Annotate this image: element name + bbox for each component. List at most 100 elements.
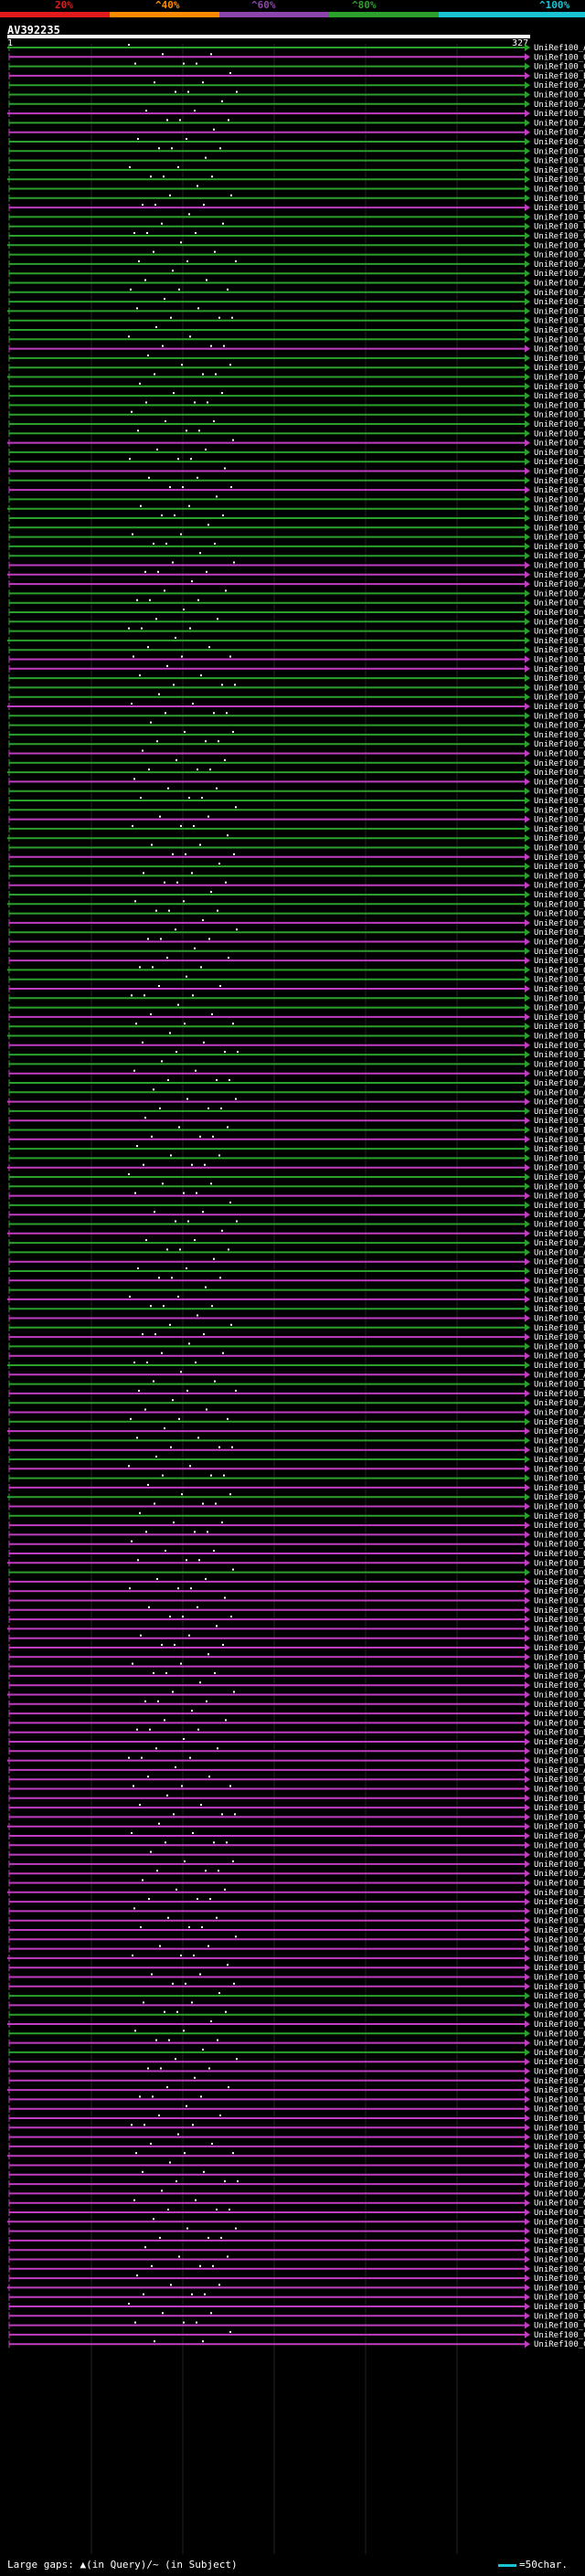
hit-row[interactable]: UniRef100_Q3BQY9: [8, 213, 585, 222]
hit-label[interactable]: UniRef100_UP1000..: [534, 2218, 585, 2227]
hit-label[interactable]: UniRef100_Q44027: [534, 976, 585, 985]
hit-label[interactable]: UniRef100_A5GMM5: [534, 1436, 585, 1446]
hit-row[interactable]: UniRef100_UP1000..: [8, 204, 585, 213]
hit-row[interactable]: UniRef100_O22385: [8, 1945, 585, 1955]
hit-label[interactable]: UniRef100_C0ZZN6: [534, 1475, 585, 1484]
hit-row[interactable]: UniRef100_Q6LTK2: [8, 1465, 585, 1474]
hit-row[interactable]: UniRef100_Q44027: [8, 975, 585, 985]
hit-label[interactable]: UniRef100_B6TI13: [534, 317, 585, 326]
hit-label[interactable]: UniRef100_Q0UUY3: [534, 1625, 585, 1634]
hit-label[interactable]: UniRef100_Q8S2Y7: [534, 628, 585, 637]
hit-label[interactable]: UniRef100_Q05966: [534, 251, 585, 260]
hit-label[interactable]: UniRef100_Q2QLR2: [534, 1786, 585, 1795]
hit-row[interactable]: UniRef100_Q8SMK9: [8, 2264, 585, 2274]
hit-row[interactable]: UniRef100_C5Z7M8: [8, 420, 585, 429]
hit-label[interactable]: UniRef100_C6TJN7: [534, 1860, 585, 1870]
hit-label[interactable]: UniRef100_B9EP65: [534, 1663, 585, 1672]
hit-row[interactable]: UniRef100_C5TR57: [7, 2086, 585, 2095]
hit-row[interactable]: UniRef100_A5GMM5: [8, 1436, 585, 1446]
hit-row[interactable]: UniRef100_B9HIW2: [8, 928, 585, 938]
hit-row[interactable]: UniRef100_Q03Z5L: [8, 891, 585, 900]
hit-label[interactable]: UniRef100_Q9M699: [534, 1182, 585, 1192]
hit-row[interactable]: UniRef100_A9F8Z7: [8, 1248, 585, 1257]
hit-label[interactable]: UniRef100_B5KL27: [534, 1729, 585, 1738]
hit-label[interactable]: UniRef100_B9Z2A1: [534, 1381, 585, 1390]
hit-label[interactable]: UniRef100_B5EF95: [534, 1060, 585, 1069]
hit-row[interactable]: UniRef100_Q7V307: [8, 1267, 585, 1277]
hit-row[interactable]: UniRef100_A2ZKT5: [8, 2189, 585, 2199]
hit-row[interactable]: UniRef100_C4DB16: [8, 712, 585, 721]
hit-row[interactable]: UniRef100_Q67NS1: [8, 1634, 585, 1644]
hit-row[interactable]: UniRef100_A4W3G8: [7, 504, 585, 514]
hit-label[interactable]: UniRef100_UP1000..: [534, 1983, 585, 1992]
hit-row[interactable]: UniRef100_C6KF05: [8, 2321, 585, 2331]
hit-label[interactable]: UniRef100_A5BV74: [534, 552, 585, 561]
hit-label[interactable]: UniRef100_A9GC81: [534, 938, 585, 948]
hit-label[interactable]: UniRef100_Q7SGB3: [534, 1550, 585, 1559]
hit-label[interactable]: UniRef100_B6TDN8: [534, 411, 585, 420]
hit-label[interactable]: UniRef100_Q0SM38: [534, 1315, 585, 1324]
hit-label[interactable]: UniRef100_Q24891: [534, 1710, 585, 1719]
hit-row[interactable]: UniRef100_B5YVP7: [8, 1126, 585, 1136]
hit-label[interactable]: UniRef100_A2BZB6: [534, 694, 585, 703]
hit-label[interactable]: UniRef100_A9GR01: [534, 1832, 585, 1841]
hit-row[interactable]: UniRef100_Q9NBF3: [7, 1691, 585, 1701]
hit-row[interactable]: UniRef100_UP1000..: [8, 354, 585, 364]
hit-label[interactable]: UniRef100_A7P909: [534, 1409, 585, 1418]
hit-label[interactable]: UniRef100_Q1PYP7: [534, 2312, 585, 2321]
hit-row[interactable]: UniRef100_C3ZNA: [7, 2284, 585, 2293]
hit-row[interactable]: UniRef100_C3ZRD3: [8, 957, 585, 966]
hit-row[interactable]: UniRef100_A1TWH4: [8, 279, 585, 289]
hit-row[interactable]: UniRef100_C5XJ78: [8, 1305, 585, 1314]
hit-label[interactable]: UniRef100_A9SLL1: [534, 2077, 585, 2086]
hit-label[interactable]: UniRef100_C4LBD2: [534, 863, 585, 872]
hit-label[interactable]: UniRef100_Q3BQY9: [534, 213, 585, 222]
hit-row[interactable]: UniRef100_Q018B2: [7, 175, 585, 185]
hit-label[interactable]: UniRef100_Q121M2: [534, 684, 585, 693]
hit-row[interactable]: UniRef100_B9EN93: [8, 1051, 585, 1060]
hit-label[interactable]: UniRef100_A6EYW0: [534, 1587, 585, 1596]
hit-label[interactable]: UniRef100_Q95WA8: [534, 1776, 585, 1785]
hit-row[interactable]: UniRef100_A1WDN4: [8, 364, 585, 373]
hit-row[interactable]: UniRef100_Q1PYP7: [8, 2312, 585, 2321]
hit-row[interactable]: UniRef100_UP1000..: [8, 2236, 585, 2246]
hit-label[interactable]: UniRef100_B5YVP7: [534, 1127, 585, 1136]
hit-label[interactable]: UniRef100_Q40426: [534, 731, 585, 740]
hit-label[interactable]: UniRef100_Q41X91: [534, 2068, 585, 2077]
hit-row[interactable]: UniRef100_Q8S2Z6: [8, 1107, 585, 1117]
hit-label[interactable]: UniRef100_UP1000..: [534, 204, 585, 213]
hit-row[interactable]: UniRef100_C5YNY7: [8, 1352, 585, 1362]
hit-row[interactable]: UniRef100_Q8XY60: [8, 2133, 585, 2143]
hit-label[interactable]: UniRef100_C5CSB2: [534, 241, 585, 250]
hit-row[interactable]: UniRef100_B4F9W7: [8, 1964, 585, 1973]
hit-row[interactable]: UniRef100_A5GL35: [8, 1079, 585, 1088]
hit-label[interactable]: UniRef100_A9G10L: [534, 2049, 585, 2058]
hit-row[interactable]: UniRef100_UP1000..: [8, 165, 585, 175]
hit-row[interactable]: UniRef100_A9G10L: [8, 2048, 585, 2058]
hit-label[interactable]: UniRef100_Q1EA49: [534, 345, 585, 355]
hit-row[interactable]: UniRef100_A9F166: [8, 2039, 585, 2049]
hit-label[interactable]: UniRef100_UP1000..: [534, 110, 585, 119]
hit-label[interactable]: UniRef100_Q6RY61: [534, 1230, 585, 1239]
hit-label[interactable]: UniRef100_Q8SMK9: [534, 2265, 585, 2274]
hit-label[interactable]: UniRef100_A2SJX1: [534, 722, 585, 731]
hit-label[interactable]: UniRef100_B6IUC4: [534, 195, 585, 204]
hit-label[interactable]: UniRef100_Q24187: [534, 1719, 585, 1728]
hit-label[interactable]: UniRef100_C5Y958: [534, 609, 585, 618]
hit-row[interactable]: UniRef100_Q121M2: [8, 684, 585, 693]
hit-label[interactable]: UniRef100_A5GL35: [534, 1079, 585, 1088]
hit-row[interactable]: UniRef100_B6S7Y5: [8, 1145, 585, 1154]
hit-label[interactable]: UniRef100_UP1000..: [534, 166, 585, 175]
hit-row[interactable]: UniRef100_B9SHL4: [8, 1023, 585, 1032]
hit-label[interactable]: UniRef100_A1VWA4: [534, 580, 585, 589]
hit-label[interactable]: UniRef100_Q31DH1: [534, 919, 585, 928]
hit-label[interactable]: UniRef100_B4FT71: [534, 656, 585, 665]
hit-row[interactable]: UniRef100_Q485G7: [8, 1850, 585, 1860]
hit-row[interactable]: UniRef100_A4C3M5: [8, 1456, 585, 1465]
hit-row[interactable]: UniRef100_A1WEP3: [8, 119, 585, 128]
hit-row[interactable]: UniRef100_Q1IJF1: [7, 2152, 585, 2161]
hit-row[interactable]: UniRef100_P10979: [7, 1032, 585, 1042]
hit-label[interactable]: UniRef100_A1VAI9: [534, 589, 585, 599]
hit-label[interactable]: UniRef100_Q01EE9: [534, 1164, 585, 1173]
hit-label[interactable]: UniRef100_Q4IXX9: [534, 1606, 585, 1616]
